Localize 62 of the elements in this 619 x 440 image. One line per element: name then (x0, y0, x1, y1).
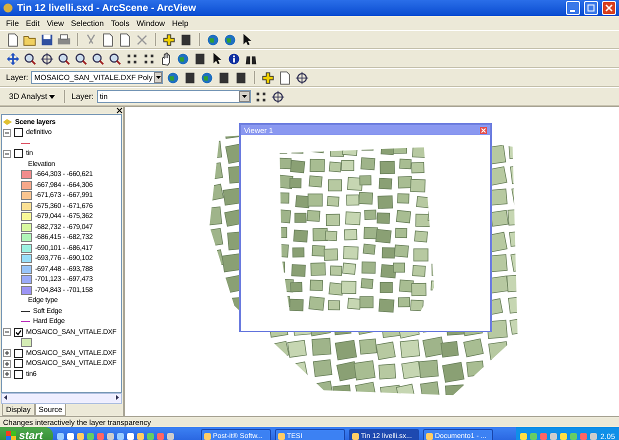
zoom-icon[interactable] (57, 52, 71, 66)
close-button[interactable] (602, 1, 616, 15)
zoom-icon[interactable] (23, 52, 37, 66)
menu-item[interactable]: Help (172, 18, 188, 28)
collapse-icon[interactable] (3, 150, 11, 158)
layer-checkbox[interactable] (14, 328, 23, 337)
caret-icon (242, 95, 247, 98)
layer-label: Layer: (71, 92, 94, 101)
page-icon[interactable] (278, 70, 292, 84)
expand-icon[interactable] (3, 370, 11, 378)
layer-checkbox[interactable] (14, 128, 23, 138)
zoom-icon[interactable] (108, 52, 122, 66)
left-arrow-icon[interactable] (2, 394, 9, 401)
layer-label: Layer: (6, 73, 28, 82)
page-icon[interactable] (101, 32, 115, 46)
square-icon[interactable] (179, 32, 193, 46)
square-icon[interactable] (217, 70, 232, 84)
info-icon[interactable] (227, 52, 241, 66)
right-arrow-icon[interactable] (114, 394, 121, 401)
square-icon[interactable] (193, 52, 207, 66)
move-icon[interactable] (6, 52, 20, 66)
layer-checkbox[interactable] (14, 359, 23, 368)
expand-icon[interactable] (3, 349, 11, 358)
page-icon[interactable] (6, 32, 20, 46)
dots-icon[interactable] (125, 52, 139, 66)
zoom-icon[interactable] (91, 52, 105, 66)
menu-item[interactable]: View (46, 18, 64, 28)
menu-item[interactable]: File (6, 18, 19, 28)
menu-item[interactable]: Selection (70, 18, 104, 28)
collapse-icon[interactable] (3, 328, 11, 336)
plus-icon[interactable] (162, 32, 176, 46)
caret-icon (49, 95, 56, 99)
flag-icon (6, 431, 16, 440)
layer-checkbox[interactable] (14, 348, 23, 358)
menu-item[interactable]: Window (136, 18, 165, 28)
analyst-menu[interactable]: 3D Analyst (6, 91, 58, 102)
plus-icon[interactable] (261, 70, 276, 84)
layer-checkbox[interactable] (14, 370, 23, 379)
maximize-button[interactable] (584, 1, 598, 15)
printer-icon[interactable] (57, 32, 71, 46)
target-icon[interactable] (270, 90, 285, 104)
window-title: Tin 12 livelli.sxd - ArcScene - ArcView (17, 2, 196, 14)
page-icon[interactable] (118, 32, 132, 46)
horizontal-scrollbar[interactable] (1, 393, 122, 404)
square-icon[interactable] (234, 70, 248, 84)
expand-icon[interactable] (3, 360, 11, 368)
close-icon[interactable] (116, 107, 123, 114)
minimize-button[interactable] (566, 1, 580, 15)
target-icon[interactable] (295, 70, 310, 84)
dots-icon[interactable] (254, 90, 268, 104)
menu-item[interactable]: Edit (26, 18, 40, 28)
start-button[interactable]: start (0, 427, 53, 440)
menu-item[interactable]: Tools (110, 18, 130, 28)
layers-icon (3, 118, 12, 126)
layer-checkbox[interactable] (14, 149, 23, 158)
square-icon[interactable] (183, 70, 198, 84)
target-icon[interactable] (40, 52, 54, 66)
zoom-icon[interactable] (74, 52, 88, 66)
caret-icon (156, 76, 161, 79)
dots-icon[interactable] (142, 52, 156, 66)
collapse-icon[interactable] (3, 128, 11, 137)
hand-icon[interactable] (159, 52, 173, 66)
